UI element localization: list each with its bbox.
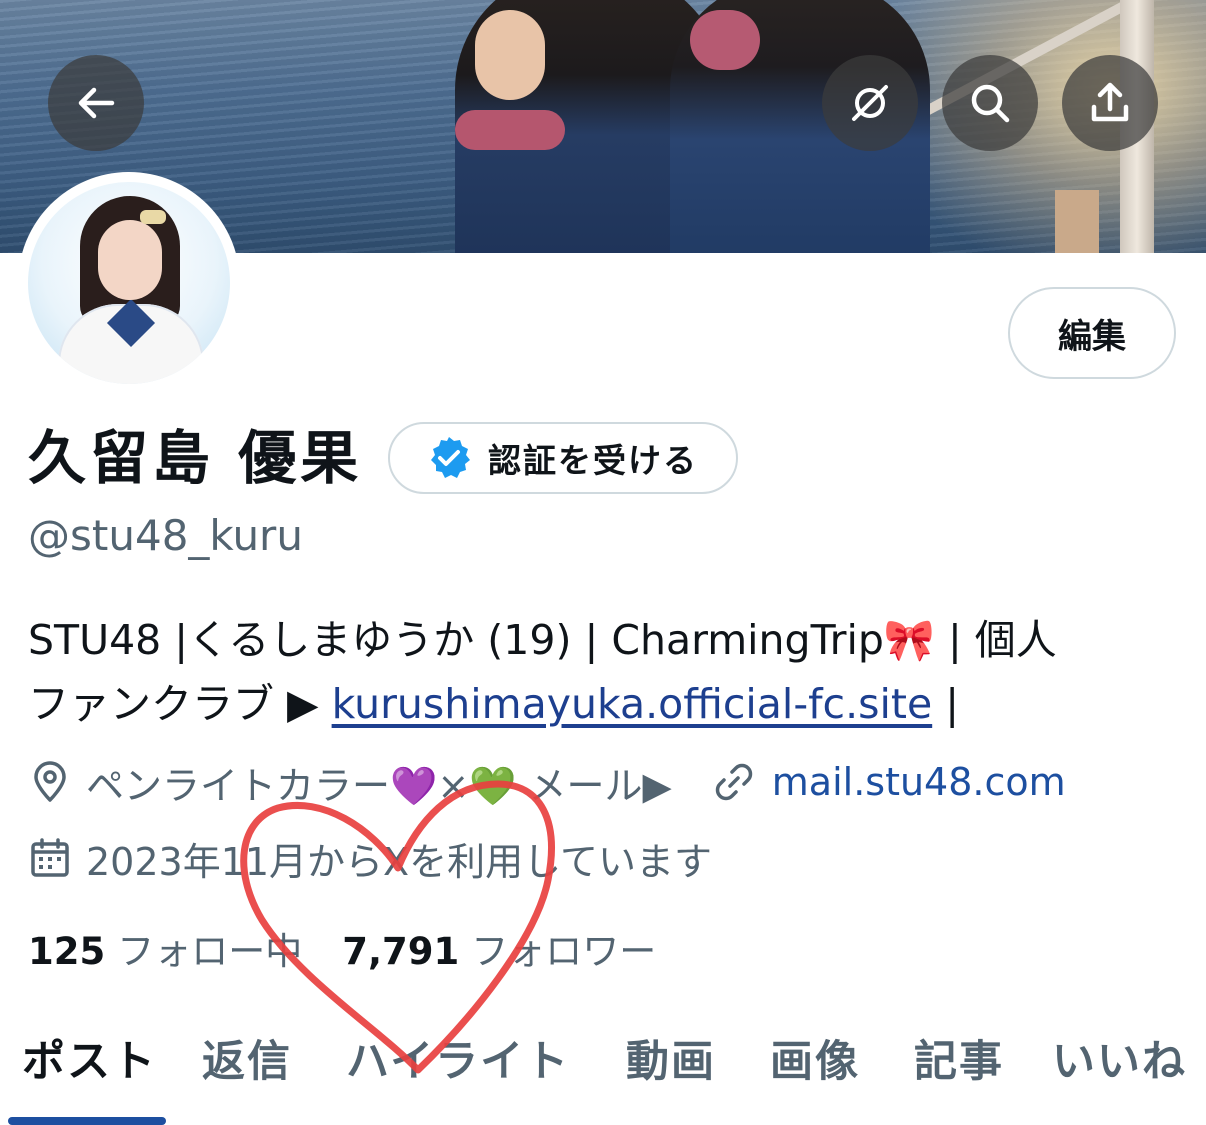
tab-posts[interactable]: ポスト — [22, 1032, 157, 1092]
avatar-photo — [28, 182, 230, 384]
profile-location-row: ペンライトカラー💜×💚 メール▶︎ mail.stu48.com — [28, 754, 1066, 810]
followers-stat[interactable]: 7,791 フォロワー — [342, 921, 656, 975]
bio-line-1: STU48 |くるしまゆうか (19) | CharmingTrip🎀 | 個人 — [28, 616, 1057, 664]
website-link[interactable]: mail.stu48.com — [772, 760, 1066, 804]
tab-videos[interactable]: 動画 — [626, 1032, 716, 1092]
search-button[interactable] — [942, 55, 1038, 151]
arrow-left-icon — [78, 87, 115, 119]
user-handle: @stu48_kuru — [28, 511, 303, 560]
tab-articles[interactable]: 記事 — [914, 1032, 1004, 1092]
tab-replies[interactable]: 返信 — [202, 1032, 292, 1092]
followers-count: 7,791 — [342, 930, 460, 973]
fanclub-link[interactable]: kurushimayuka.official-fc.site — [332, 680, 933, 728]
location-text: ペンライトカラー💜×💚 メール▶︎ — [86, 763, 672, 808]
grok-button[interactable] — [822, 55, 918, 151]
grok-icon — [852, 85, 888, 121]
banner-box — [1055, 190, 1099, 253]
calendar-icon — [31, 838, 69, 877]
profile-page: 編集 久留島 優果 認証を受ける @stu48_kuru STU48 |くるしま… — [0, 0, 1206, 1125]
joined-date-text: 2023年11月からXを利用しています — [86, 839, 712, 884]
tab-images[interactable]: 画像 — [770, 1032, 860, 1092]
display-name: 久留島 優果 — [28, 424, 363, 492]
profile-bio: STU48 |くるしまゆうか (19) | CharmingTrip🎀 | 個人… — [28, 608, 1188, 736]
verified-badge-icon — [431, 437, 470, 478]
get-verified-label: 認証を受ける — [488, 441, 698, 480]
back-button[interactable] — [48, 55, 144, 151]
following-count: 125 — [28, 930, 106, 973]
followers-label: フォロワー — [471, 930, 657, 973]
location-pin-icon — [34, 761, 66, 802]
tab-likes[interactable]: いいね — [1052, 1032, 1187, 1092]
share-button[interactable] — [1062, 55, 1158, 151]
share-icon — [1091, 82, 1129, 122]
tab-highlights[interactable]: ハイライト — [346, 1032, 570, 1092]
following-label: フォロー中 — [117, 930, 303, 973]
profile-tabs: ポスト 返信 ハイライト 動画 画像 記事 いいね — [0, 1020, 1206, 1125]
link-icon — [715, 763, 752, 801]
follow-stats: 125 フォロー中 7,791 フォロワー — [28, 920, 656, 976]
get-verified-button[interactable]: 認証を受ける — [388, 422, 738, 494]
active-tab-indicator — [8, 1117, 166, 1125]
search-icon — [971, 84, 1010, 123]
profile-joined-row: 2023年11月からXを利用しています — [28, 830, 712, 886]
bio-line-2: ファンクラブ ▶︎ kurushimayuka.official-fc.site… — [28, 680, 960, 728]
profile-avatar[interactable] — [18, 172, 240, 394]
edit-profile-button[interactable]: 編集 — [1008, 287, 1176, 379]
following-stat[interactable]: 125 フォロー中 — [28, 921, 302, 975]
